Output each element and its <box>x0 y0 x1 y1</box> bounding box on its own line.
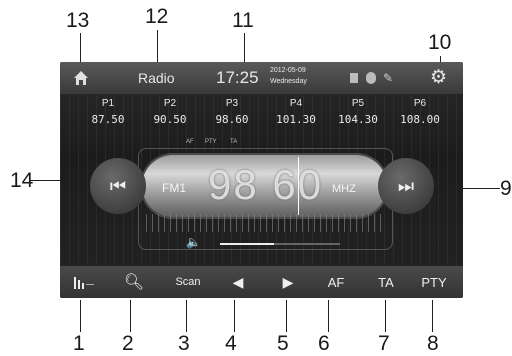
edit-icon: ✎ <box>383 71 394 85</box>
band-label: FM1 <box>162 181 186 195</box>
bluetooth-icon <box>366 72 376 84</box>
callout-4: 4 <box>225 332 237 355</box>
preset-frequency: 108.00 <box>400 113 440 126</box>
callout-1: 1 <box>73 332 85 355</box>
pty-flag: PTY <box>205 139 217 145</box>
frequency-display: 98 60 <box>208 161 324 208</box>
af-button[interactable]: AF <box>318 266 354 298</box>
leader-line-6 <box>328 300 329 332</box>
search-icon: 🔍︎ <box>123 274 145 291</box>
skip-next-icon: ⏭ <box>397 175 415 196</box>
preset-label: P4 <box>289 98 303 109</box>
leader-line-2 <box>130 300 131 332</box>
preset-p5[interactable]: P5 104.30 <box>328 98 388 132</box>
tune-down-button[interactable]: ◀ <box>222 266 254 298</box>
volume-slider[interactable] <box>220 243 340 245</box>
scan-button[interactable]: Scan <box>166 266 210 298</box>
preset-p1[interactable]: P1 87.50 <box>78 98 138 132</box>
triangle-left-icon: ◀ <box>232 273 244 290</box>
preset-p4[interactable]: P4 101.30 <box>266 98 326 132</box>
equalizer-button[interactable] <box>66 266 102 298</box>
preset-label: P5 <box>351 98 365 109</box>
ta-flag: TA <box>230 139 238 145</box>
equalizer-icon <box>74 277 94 289</box>
preset-frequency: 104.30 <box>338 113 378 126</box>
triangle-right-icon: ▶ <box>282 273 294 290</box>
clock-date: 2012-05-09 <box>270 67 306 74</box>
clock-weekday: Wednesday <box>270 78 307 85</box>
unit-label: MHZ <box>332 183 356 195</box>
frequency-dial: FM1 98 60 MHZ <box>142 155 387 217</box>
seek-prev-button[interactable]: ⏮ <box>90 158 146 214</box>
seek-next-button[interactable]: ⏭ <box>378 158 434 214</box>
preset-p2[interactable]: P2 90.50 <box>140 98 200 132</box>
skip-previous-icon: ⏮ <box>109 175 127 196</box>
preset-label: P6 <box>413 98 427 109</box>
settings-gear-icon[interactable]: ⚙ <box>430 66 447 89</box>
leader-line-1 <box>80 300 81 332</box>
volume-fill <box>220 243 274 245</box>
preset-p3[interactable]: P3 98.60 <box>202 98 262 132</box>
home-icon[interactable] <box>72 69 90 87</box>
callout-11: 11 <box>232 9 254 32</box>
leader-line-8 <box>432 300 433 332</box>
radio-screen: Radio 17:25 2012-05-09 Wednesday ✎ ⚙ P1 … <box>60 62 463 298</box>
frequency-scale[interactable] <box>146 214 386 232</box>
preset-label: P3 <box>225 98 239 109</box>
volume-icon: 🔈 <box>186 235 201 249</box>
callout-5: 5 <box>277 332 289 355</box>
callout-8: 8 <box>427 332 439 355</box>
callout-7: 7 <box>378 332 390 355</box>
top-bar: Radio 17:25 2012-05-09 Wednesday ✎ ⚙ <box>60 62 463 94</box>
pty-button[interactable]: PTY <box>414 266 454 298</box>
search-button[interactable]: 🔍︎ <box>118 266 150 298</box>
preset-frequency: 90.50 <box>153 113 187 126</box>
callout-10: 10 <box>428 31 452 54</box>
callout-13: 13 <box>66 9 90 32</box>
preset-p6[interactable]: P6 108.00 <box>390 98 450 132</box>
callout-9: 9 <box>500 177 512 200</box>
preset-label: P1 <box>101 98 115 109</box>
preset-frequency: 87.50 <box>91 113 125 126</box>
callout-12: 12 <box>145 5 169 28</box>
callout-3: 3 <box>178 332 190 355</box>
tuner-needle <box>298 157 299 215</box>
preset-label: P2 <box>163 98 177 109</box>
callout-6: 6 <box>318 332 330 355</box>
ta-button[interactable]: TA <box>370 266 402 298</box>
preset-frequency: 98.60 <box>215 113 249 126</box>
leader-line-4 <box>234 300 235 332</box>
af-flag: AF <box>186 139 194 145</box>
leader-line-3 <box>186 300 187 332</box>
clock-time: 17:25 <box>216 68 259 87</box>
leader-line-5 <box>286 300 287 332</box>
tune-up-button[interactable]: ▶ <box>272 266 304 298</box>
bottom-bar: 🔍︎ Scan ◀ ▶ AF TA PTY <box>60 266 463 298</box>
sd-card-icon <box>350 73 358 83</box>
callout-2: 2 <box>122 332 134 355</box>
preset-frequency: 101.30 <box>276 113 316 126</box>
page-title: Radio <box>138 70 175 86</box>
leader-line-7 <box>385 300 386 332</box>
